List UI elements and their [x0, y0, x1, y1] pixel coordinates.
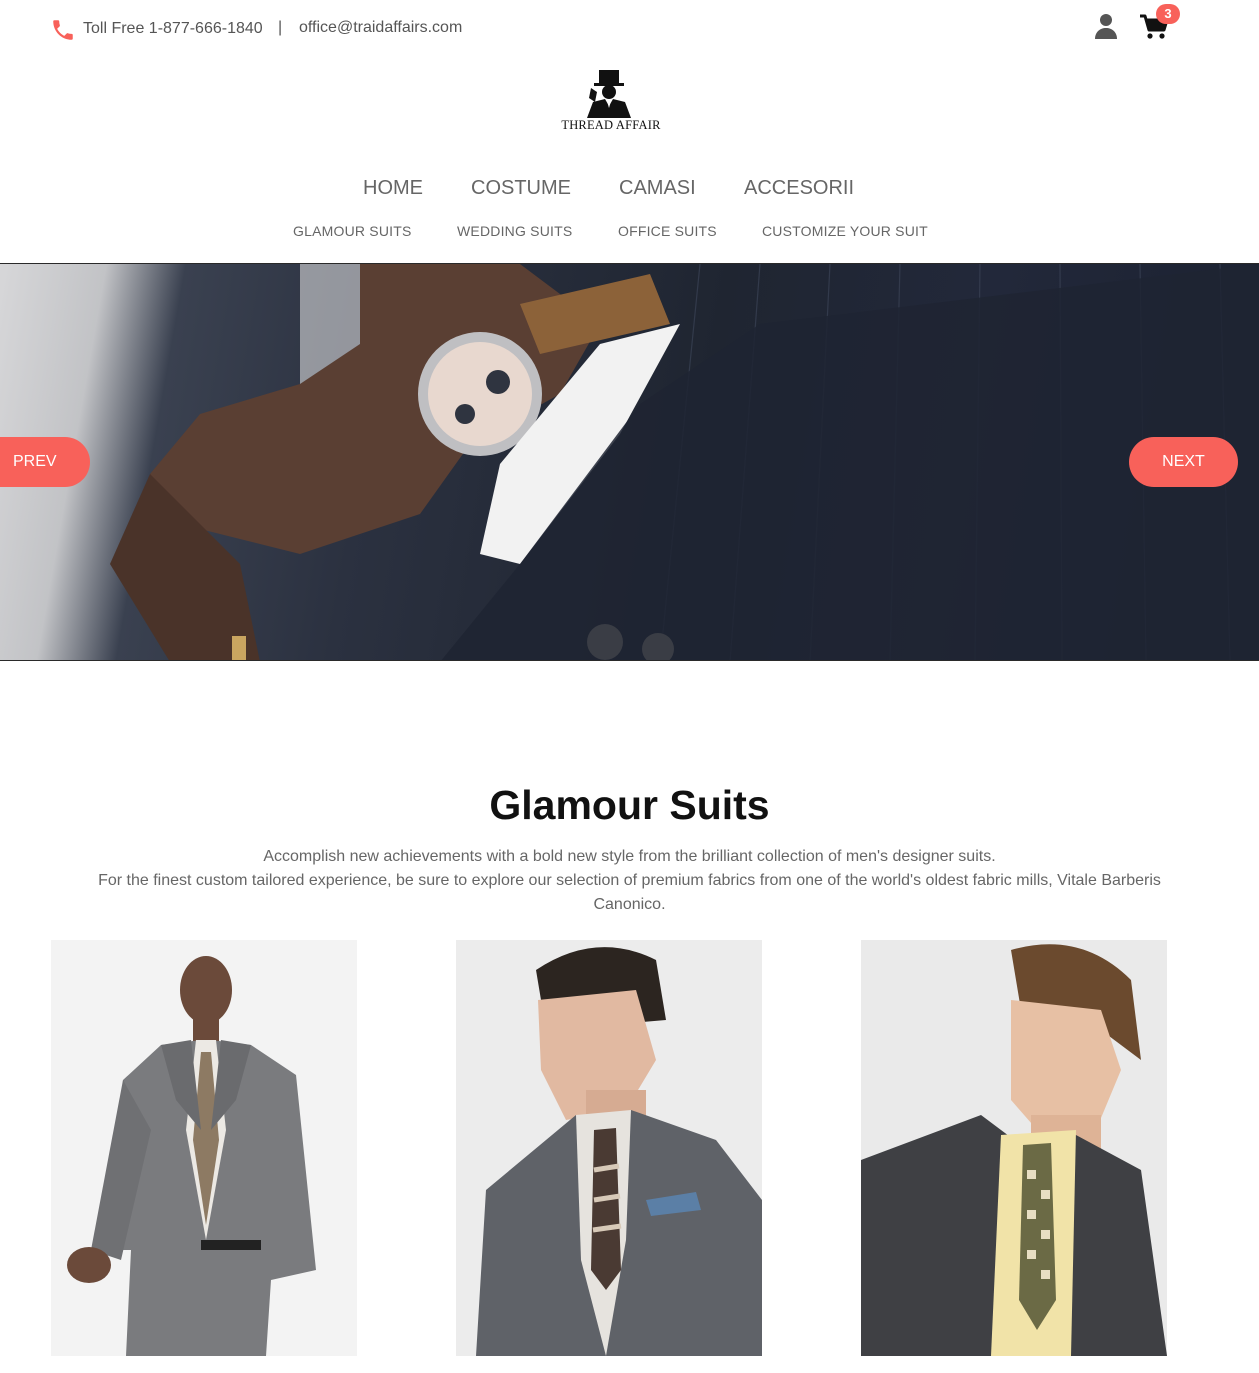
section-desc-line-1: Accomplish new achievements with a bold … [263, 848, 996, 865]
slider-prev-button[interactable]: PREV [0, 437, 90, 487]
sub-nav: GLAMOUR SUITS WEDDING SUITS OFFICE SUITS… [0, 223, 1259, 243]
nav-costume[interactable]: COSTUME [471, 177, 571, 200]
subnav-office-suits[interactable]: OFFICE SUITS [618, 223, 717, 239]
slider-next-button[interactable]: NEXT [1129, 437, 1238, 487]
product-image-2 [476, 947, 762, 1356]
subnav-customize-suit[interactable]: CUSTOMIZE YOUR SUIT [762, 223, 928, 239]
product-card-2[interactable] [456, 940, 762, 1356]
section-description: Accomplish new achievements with a bold … [60, 845, 1199, 917]
section-title-light: Glamour [489, 782, 670, 828]
hero-slider-image [0, 263, 1259, 661]
nav-camasi[interactable]: CAMASI [619, 177, 696, 200]
email-link[interactable]: office@traidaffairs.com [299, 19, 462, 37]
main-nav: HOME COSTUME CAMASI ACCESORII [0, 177, 1259, 205]
section-title: Glamour Suits [0, 782, 1259, 829]
product-card-3[interactable] [861, 940, 1167, 1356]
hero-illustration [110, 264, 1259, 660]
tollfree-phone[interactable]: Toll Free 1-877-666-1840 [83, 20, 263, 38]
subnav-wedding-suits[interactable]: WEDDING SUITS [457, 223, 572, 239]
product-image-3 [861, 944, 1167, 1356]
section-title-bold: Suits [669, 782, 770, 828]
top-bar: Toll Free 1-877-666-1840 | office@traida… [0, 0, 1259, 58]
logo-text: THREAD AFFAIR [561, 118, 661, 132]
separator: | [278, 19, 283, 36]
cart-count-badge: 3 [1156, 4, 1180, 24]
product-card-1[interactable] [51, 940, 357, 1356]
product-image-1 [67, 956, 316, 1356]
section-desc-line-2: For the finest custom tailored experienc… [98, 872, 1161, 913]
phone-icon [53, 20, 73, 40]
nav-home[interactable]: HOME [363, 177, 423, 200]
subnav-glamour-suits[interactable]: GLAMOUR SUITS [293, 223, 412, 239]
user-icon[interactable] [1094, 13, 1118, 39]
nav-accesorii[interactable]: ACCESORII [744, 177, 854, 200]
